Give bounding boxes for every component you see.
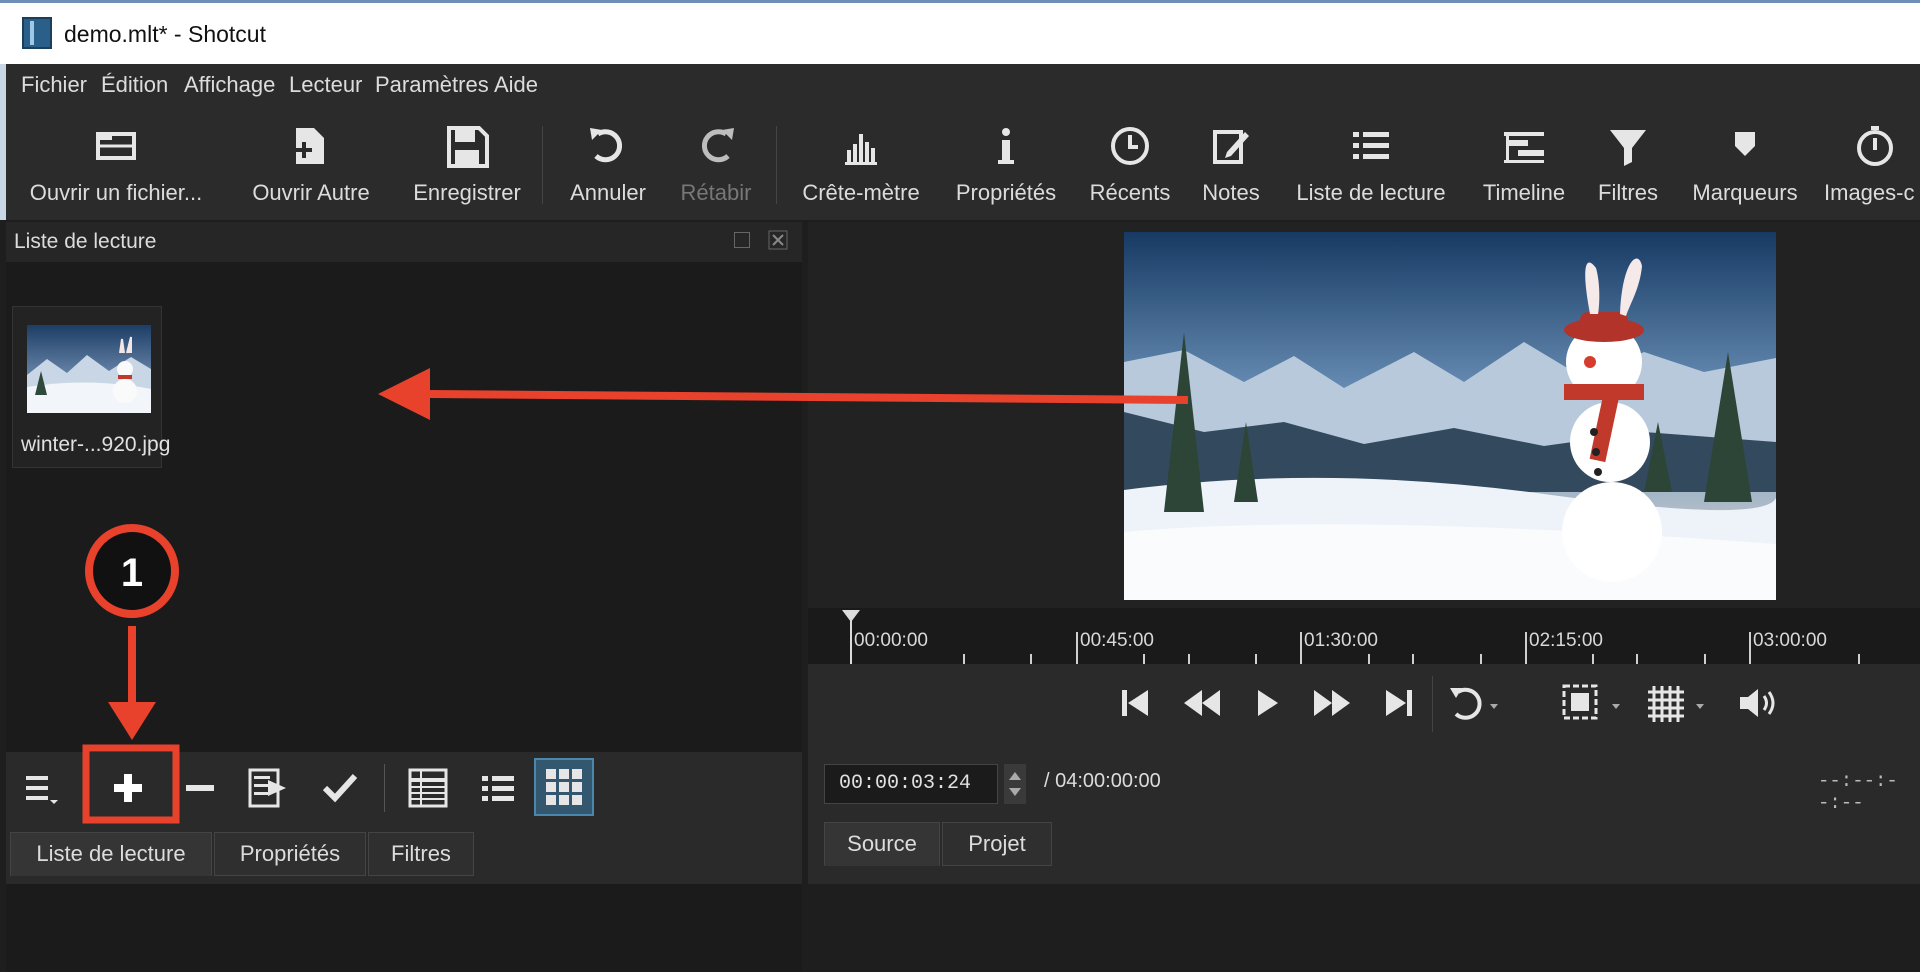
transport-controls [808, 664, 1920, 744]
icons-view-button[interactable] [534, 758, 594, 816]
playlist-toolbar [6, 752, 802, 824]
replace-clip-icon [248, 768, 286, 808]
peak-meter-button[interactable]: Crête-mètre [792, 108, 930, 220]
playlist-menu-button[interactable] [14, 762, 66, 814]
save-button[interactable]: Enregistrer [406, 108, 528, 220]
shotcut-app-icon [22, 17, 52, 49]
ruler-tick-label: 00:45:00 [1080, 630, 1154, 651]
tab-source[interactable]: Source [824, 822, 940, 866]
playlist-clip[interactable]: winter-...920.jpg [12, 306, 170, 468]
menu-bar: Fichier Édition Affichage Lecteur Paramè… [0, 64, 1920, 108]
grid-overlay-icon[interactable] [1644, 682, 1710, 724]
transport-separator [1432, 676, 1433, 732]
timeline-ruler[interactable]: 00:00:00 00:45:00 01:30:00 02:15:00 03:0… [808, 608, 1920, 664]
clip-thumbnail [27, 325, 151, 413]
update-playlist-button[interactable] [242, 762, 294, 814]
toolbar-separator [776, 126, 777, 204]
title-bar: demo.mlt* - Shotcut [0, 0, 1920, 64]
clip-filename: winter-...920.jpg [21, 433, 171, 456]
playlist-panel-header: Liste de lecture [6, 222, 802, 262]
left-panel-tabs: Liste de lecture Propriétés Filtres [6, 824, 802, 884]
video-frame [1124, 232, 1776, 600]
menu-fichier[interactable]: Fichier [21, 72, 87, 98]
ruler-tick-label: 02:15:00 [1529, 630, 1603, 651]
float-panel-icon[interactable] [734, 232, 750, 248]
total-duration: / 04:00:00:00 [1044, 770, 1161, 792]
timecode-row: 00:00:03:24 / 04:00:00:00 --:--:--:-- [808, 744, 1920, 814]
toolbar-separator [384, 764, 385, 812]
list-view-icon [482, 776, 514, 801]
filters-button[interactable]: Filtres [1586, 108, 1670, 220]
redo-button[interactable]: Rétabir [666, 108, 766, 220]
tiles-view-button[interactable] [472, 762, 524, 814]
audio-meter-icon [845, 134, 877, 165]
close-panel-icon[interactable] [768, 230, 788, 250]
properties-button[interactable]: Propriétés [946, 108, 1066, 220]
in-point-timecode: --:--:--:-- [1818, 770, 1898, 814]
tab-properties[interactable]: Propriétés [214, 832, 366, 876]
tab-project[interactable]: Projet [942, 822, 1052, 866]
apply-button[interactable] [314, 762, 366, 814]
checkmark-icon [322, 773, 358, 803]
keyframes-button[interactable]: Images-c [1824, 108, 1920, 220]
minus-icon [186, 785, 214, 791]
undo-button[interactable]: Annuler [558, 108, 658, 220]
play-icon[interactable] [1254, 686, 1280, 720]
redo-icon [701, 128, 734, 163]
ruler-tick-label: 03:00:00 [1753, 630, 1827, 651]
add-to-playlist-button[interactable] [102, 762, 154, 814]
volume-icon[interactable] [1736, 684, 1782, 722]
details-view-button[interactable] [402, 762, 454, 814]
folder-open-icon [96, 132, 136, 160]
clock-icon [1111, 127, 1149, 165]
menu-edition[interactable]: Édition [101, 72, 168, 98]
skip-to-start-icon[interactable] [1120, 686, 1150, 720]
recent-button[interactable]: Récents [1080, 108, 1180, 220]
marker-icon [1735, 132, 1755, 156]
player-panel: 00:00:00 00:45:00 01:30:00 02:15:00 03:0… [808, 222, 1920, 884]
menu-aide[interactable]: Aide [494, 72, 538, 98]
document-add-icon [296, 128, 324, 164]
list-icon [1353, 132, 1389, 159]
menu-lecteur[interactable]: Lecteur [289, 72, 362, 98]
ruler-tick-label: 01:30:00 [1304, 630, 1378, 651]
fast-forward-icon[interactable] [1312, 686, 1352, 720]
zoom-fit-icon[interactable] [1560, 682, 1626, 724]
player-tabs: Source Projet [808, 814, 1920, 884]
remove-from-playlist-button[interactable] [174, 762, 226, 814]
undo-icon [590, 128, 623, 163]
playlist-panel: Liste de lecture winter-...920.jpg Liste… [6, 222, 802, 972]
grid-view-icon [546, 769, 582, 805]
timeline-icon [1504, 132, 1544, 163]
playlist-button[interactable]: Liste de lecture [1286, 108, 1456, 220]
notes-button[interactable]: Notes [1188, 108, 1274, 220]
video-preview-area [808, 222, 1920, 608]
timecode-spinner-icon[interactable] [1004, 764, 1026, 804]
table-view-icon [408, 768, 448, 808]
funnel-icon [1610, 130, 1646, 166]
edit-note-icon [1213, 130, 1249, 164]
toolbar-separator [542, 126, 543, 204]
hamburger-menu-icon [26, 776, 58, 804]
info-icon [998, 128, 1014, 164]
loop-icon[interactable] [1446, 682, 1502, 724]
timeline-button[interactable]: Timeline [1472, 108, 1576, 220]
menu-parametres[interactable]: Paramètres [375, 72, 489, 98]
floppy-disk-icon [447, 126, 489, 168]
tab-filters[interactable]: Filtres [368, 832, 474, 876]
tab-playlist[interactable]: Liste de lecture [10, 832, 212, 876]
open-file-button[interactable]: Ouvrir un fichier... [20, 108, 212, 220]
menu-affichage[interactable]: Affichage [184, 72, 275, 98]
playlist-panel-title: Liste de lecture [14, 230, 157, 253]
markers-button[interactable]: Marqueurs [1684, 108, 1806, 220]
rewind-icon[interactable] [1182, 686, 1222, 720]
skip-to-end-icon[interactable] [1384, 686, 1414, 720]
ruler-tick-label: 00:00:00 [854, 630, 928, 651]
stopwatch-icon [1857, 126, 1893, 166]
window-title: demo.mlt* - Shotcut [64, 21, 266, 47]
open-other-button[interactable]: Ouvrir Autre [246, 108, 376, 220]
main-toolbar: Ouvrir un fichier... Ouvrir Autre Enregi… [0, 108, 1920, 220]
plus-icon [114, 774, 142, 802]
current-timecode-field[interactable]: 00:00:03:24 [824, 764, 998, 804]
